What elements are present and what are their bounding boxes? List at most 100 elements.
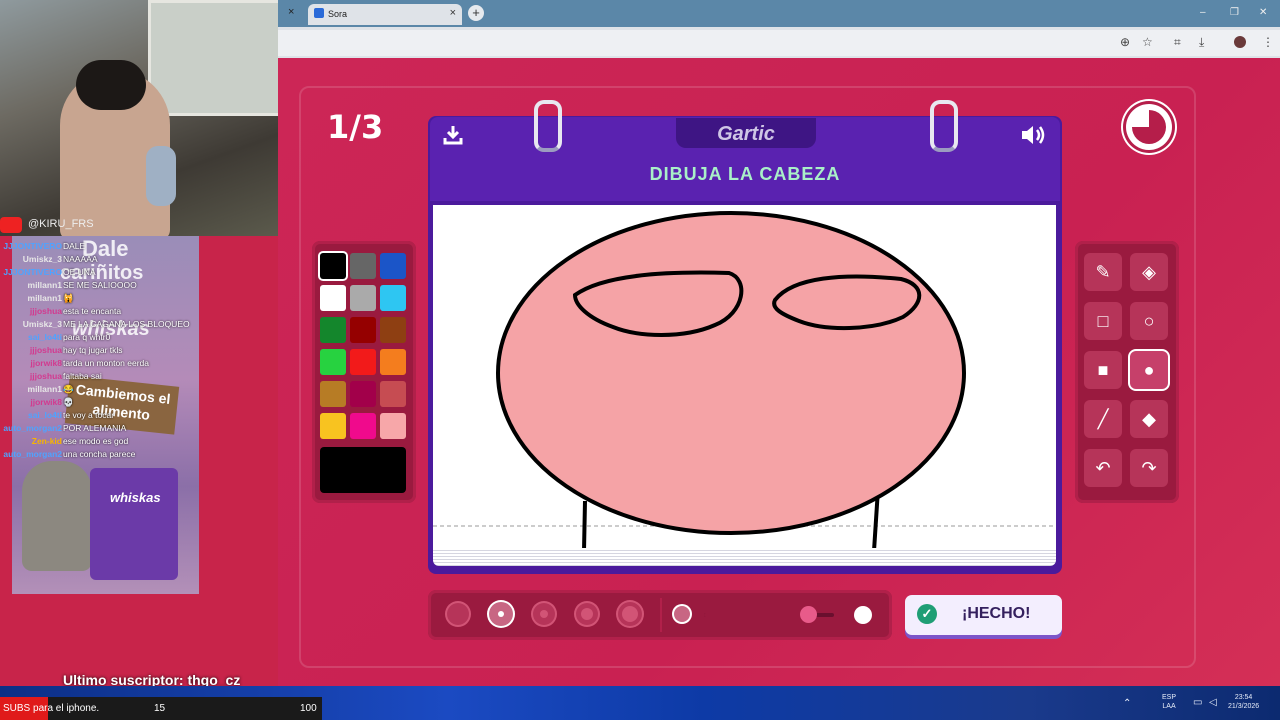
- sound-icon[interactable]: [1020, 124, 1048, 151]
- chat-text: 🙀: [63, 293, 74, 303]
- circle-outline-icon[interactable]: ○: [1130, 302, 1168, 340]
- brush-size-m[interactable]: [533, 603, 555, 625]
- chat-text: faltaba sai: [63, 371, 102, 381]
- pencil-icon[interactable]: ✎: [1084, 253, 1122, 291]
- food-pouch-image: whiskas: [90, 468, 178, 580]
- drawing-strokes: [433, 211, 1056, 548]
- chat-message: millann1 🙀: [0, 292, 210, 305]
- color-swatch[interactable]: [350, 253, 376, 279]
- round-counter: 1/3: [327, 108, 384, 146]
- done-button[interactable]: ✓ ¡HECHO!: [905, 595, 1062, 635]
- notebook-ring: [534, 100, 562, 152]
- profile-avatar[interactable]: [1234, 36, 1246, 48]
- download-drawing-icon[interactable]: [443, 124, 463, 151]
- color-swatch[interactable]: [320, 317, 346, 343]
- chat-message: jjorwik8 tarda un monton eerda: [0, 357, 210, 370]
- chat-username: jjjoshua: [29, 345, 62, 355]
- chat-text: una concha parece: [63, 449, 136, 459]
- color-swatch[interactable]: [380, 413, 406, 439]
- clock[interactable]: 23:54 21/3/2026: [1228, 693, 1259, 711]
- color-swatch[interactable]: [320, 413, 346, 439]
- chat-username: millann1: [27, 384, 62, 394]
- language-bottom: LAA: [1162, 703, 1176, 710]
- chat-username: sai_lo4ti: [27, 332, 62, 342]
- brush-size-xl[interactable]: [618, 602, 642, 626]
- maximize-button[interactable]: ❐: [1230, 7, 1239, 18]
- square-filled-icon[interactable]: ■: [1084, 351, 1122, 389]
- chat-text: esta te encanta: [63, 306, 122, 316]
- language-indicator[interactable]: ESP LAA: [1162, 693, 1176, 711]
- color-swatch[interactable]: [320, 285, 346, 311]
- chat-message: Zen-kid ese modo es god: [0, 435, 210, 448]
- network-icon[interactable]: ▭: [1193, 698, 1202, 708]
- zoom-icon[interactable]: ⊕: [1120, 35, 1130, 49]
- color-swatch[interactable]: [380, 317, 406, 343]
- chat-text: SE ME SALIOOOO: [63, 280, 137, 290]
- fill-bucket-icon[interactable]: ◆: [1130, 400, 1168, 438]
- cat-image: [22, 461, 92, 571]
- tab-close-icon[interactable]: ×: [450, 7, 456, 19]
- square-outline-icon[interactable]: □: [1084, 302, 1122, 340]
- brush-size-xs[interactable]: [447, 603, 469, 625]
- tab-close-icon[interactable]: ×: [288, 6, 294, 18]
- volume-icon[interactable]: ◁: [1209, 698, 1217, 708]
- clock-time: 23:54: [1234, 694, 1253, 701]
- chat-text: tarda un monton eerda: [63, 358, 150, 368]
- chat-message: sai_lo4ti te voy a tocar: [0, 409, 210, 422]
- chat-username: Umiskz_3: [22, 254, 62, 264]
- color-swatch[interactable]: [350, 285, 376, 311]
- youtube-icon: [0, 217, 22, 233]
- chat-message: millann1 SE ME SALIOOOO: [0, 279, 210, 292]
- menu-icon[interactable]: ⋮: [1262, 35, 1274, 49]
- eraser-icon[interactable]: ◈: [1130, 253, 1168, 291]
- subs-goal-label: SUBS para el iphone.: [3, 703, 100, 714]
- close-window-button[interactable]: ✕: [1259, 7, 1267, 18]
- color-swatch[interactable]: [320, 381, 346, 407]
- drawing-canvas[interactable]: [433, 205, 1056, 548]
- tray-chevron-icon[interactable]: ⌃: [1123, 699, 1131, 709]
- chat-username: sai_lo4ti: [27, 410, 62, 420]
- translate-icon[interactable]: ⌗: [1174, 35, 1181, 50]
- brush-size-l[interactable]: [576, 603, 598, 625]
- microphone-icon: [146, 146, 176, 206]
- chat-message: jjorwik8 💀: [0, 396, 210, 409]
- chat-list: JJJONTIVERO DALE Umiskz_3 NAAAAA JJJONTIVERO…: [0, 240, 210, 461]
- webcam-feed: [0, 0, 278, 236]
- color-swatch[interactable]: [320, 349, 346, 375]
- redo-icon[interactable]: ↷: [1130, 449, 1168, 487]
- chat-message: Umiskz_3 ME LA CAGANA LOS BLOQUEO: [0, 318, 210, 331]
- timer-icon: [1126, 104, 1172, 150]
- brush-size-s[interactable]: [489, 602, 513, 626]
- chat-username: auto_morgan2: [3, 423, 62, 433]
- color-swatch[interactable]: [350, 381, 376, 407]
- color-swatch[interactable]: [380, 253, 406, 279]
- chat-username: Zen-kid: [31, 436, 62, 446]
- line-icon[interactable]: ╱: [1084, 400, 1122, 438]
- chat-text: hay tq jugar tkls: [63, 345, 123, 355]
- color-swatch[interactable]: [380, 381, 406, 407]
- chat-username: JJJONTIVERO: [3, 267, 62, 277]
- new-tab-button[interactable]: +: [468, 5, 484, 21]
- download-icon[interactable]: ⤓: [1199, 35, 1204, 50]
- chat-message: sai_lo4ti para q whtr0: [0, 331, 210, 344]
- color-swatch[interactable]: [350, 317, 376, 343]
- gartic-logo: Gartic: [676, 118, 816, 148]
- undo-icon[interactable]: ↶: [1084, 449, 1122, 487]
- sora-favicon-icon: [314, 8, 324, 18]
- color-swatch[interactable]: [380, 285, 406, 311]
- chat-text: DALE: [63, 241, 86, 251]
- chat-username: Umiskz_3: [22, 319, 62, 329]
- color-swatch[interactable]: [350, 349, 376, 375]
- color-swatch[interactable]: [350, 413, 376, 439]
- opacity-slider-handle[interactable]: [800, 606, 817, 623]
- bookmark-star-icon[interactable]: ☆: [1142, 35, 1153, 49]
- tab-sora[interactable]: Sora ×: [308, 4, 462, 25]
- color-swatch[interactable]: [380, 349, 406, 375]
- minimize-button[interactable]: –: [1200, 7, 1206, 18]
- chat-text: te voy a tocar: [63, 410, 115, 420]
- chat-message: auto_morgan2 POR ALEMANIA: [0, 422, 210, 435]
- chat-username: jjjoshua: [29, 371, 62, 381]
- circle-filled-icon[interactable]: ●: [1130, 351, 1168, 389]
- color-swatch[interactable]: [320, 253, 346, 279]
- chat-text: para q whtr0: [63, 332, 111, 342]
